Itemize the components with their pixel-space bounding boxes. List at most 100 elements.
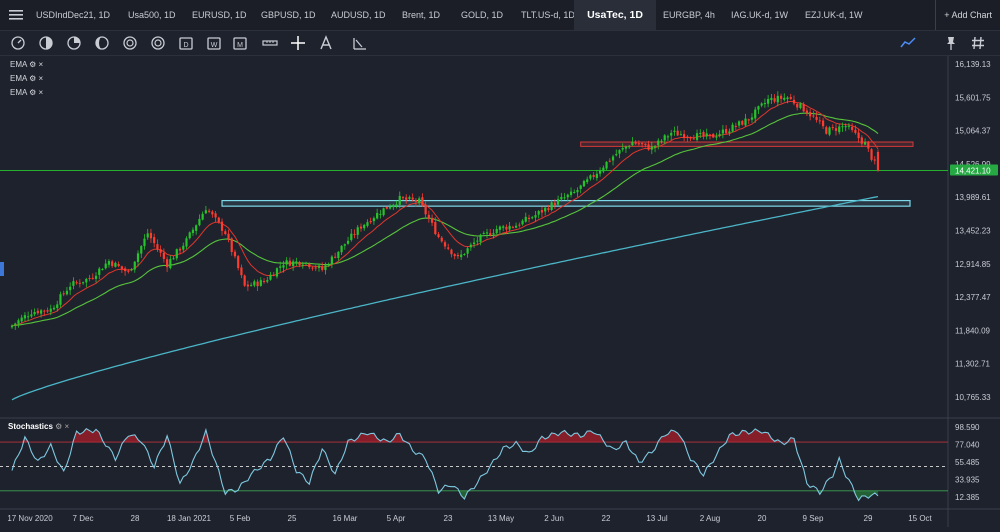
candle-body[interactable] (821, 120, 825, 127)
candle-body[interactable] (870, 149, 873, 160)
candle-body[interactable] (159, 249, 162, 253)
candle-body[interactable] (867, 141, 870, 149)
candle-body[interactable] (117, 263, 120, 267)
close-icon[interactable]: × (39, 88, 44, 97)
candle-body[interactable] (566, 194, 569, 198)
candle-body[interactable] (220, 221, 224, 231)
candle-body[interactable] (505, 226, 508, 230)
candle-body[interactable] (350, 233, 353, 241)
candle-body[interactable] (104, 263, 107, 269)
candle-body[interactable] (337, 251, 340, 259)
candle-body[interactable] (298, 262, 301, 266)
candle-body[interactable] (447, 247, 450, 249)
candle-body[interactable] (75, 282, 78, 284)
candle-body[interactable] (634, 141, 637, 144)
candle-body[interactable] (641, 143, 644, 145)
candle-body[interactable] (744, 118, 747, 126)
candle-body[interactable] (217, 217, 220, 223)
candle-body[interactable] (233, 251, 237, 257)
candle-body[interactable] (818, 120, 821, 122)
candle-body[interactable] (527, 217, 531, 220)
candle-body[interactable] (62, 293, 65, 295)
candle-body[interactable] (237, 256, 240, 269)
candle-body[interactable] (521, 220, 524, 225)
candle-body[interactable] (136, 253, 140, 262)
candle-body[interactable] (169, 259, 172, 269)
candle-body[interactable] (405, 197, 408, 200)
candle-body[interactable] (227, 233, 230, 239)
candle-body[interactable] (524, 216, 527, 222)
candle-body[interactable] (88, 277, 91, 279)
tab-usdinddec21-1d[interactable]: USDIndDec21, 1D (36, 0, 116, 30)
candle-body[interactable] (737, 121, 741, 126)
candle-body[interactable] (712, 134, 715, 138)
candle-body[interactable] (450, 249, 453, 255)
close-icon[interactable]: × (65, 422, 70, 431)
candle-body[interactable] (595, 173, 598, 179)
candle-body[interactable] (476, 240, 479, 242)
candle-body[interactable] (188, 232, 191, 239)
candle-body[interactable] (582, 180, 586, 187)
candle-body[interactable] (114, 262, 117, 267)
candle-body[interactable] (382, 208, 385, 216)
price-chart[interactable]: 16,139.1315,601.7515,064.3714,526.9913,9… (0, 56, 1000, 527)
candle-body[interactable] (544, 207, 547, 212)
candle-body[interactable] (873, 159, 876, 161)
candle-body[interactable] (85, 278, 88, 283)
candle-body[interactable] (508, 225, 511, 230)
candle-body[interactable] (246, 284, 249, 287)
candle-body[interactable] (334, 256, 337, 258)
candle-body[interactable] (854, 129, 857, 133)
add-chart-button[interactable]: + Add Chart (935, 0, 992, 30)
tab-ezj-uk-d-1w[interactable]: EZJ.UK-d, 1W (805, 0, 865, 30)
candle-body[interactable] (185, 238, 188, 247)
candle-body[interactable] (666, 136, 670, 138)
candle-body[interactable] (430, 218, 434, 223)
candle-body[interactable] (243, 275, 246, 286)
candle-body[interactable] (550, 202, 553, 210)
candle-body[interactable] (825, 127, 828, 134)
candle-body[interactable] (547, 208, 550, 211)
tab-gbpusd-1d[interactable]: GBPUSD, 1D (261, 0, 316, 30)
hash-icon[interactable] (970, 35, 986, 51)
candle-body[interactable] (637, 143, 640, 145)
candle-body[interactable] (608, 160, 611, 162)
candle-body[interactable] (789, 97, 792, 100)
candle-body[interactable] (802, 104, 805, 112)
candle-body[interactable] (628, 146, 631, 148)
candle-body[interactable] (599, 170, 602, 174)
candle-body[interactable] (301, 264, 304, 266)
candle-body[interactable] (14, 323, 17, 326)
candle-body[interactable] (602, 167, 605, 172)
candle-body[interactable] (618, 150, 621, 154)
candle-body[interactable] (569, 191, 573, 195)
candle-body[interactable] (101, 269, 104, 271)
candle-body[interactable] (456, 254, 460, 257)
candle-body[interactable] (266, 280, 269, 282)
target-icon[interactable] (122, 35, 138, 51)
candle-body[interactable] (353, 233, 356, 235)
candle-body[interactable] (23, 315, 27, 319)
resistance-box[interactable] (580, 141, 914, 147)
candle-body[interactable] (863, 142, 867, 145)
fib-tool-icon[interactable] (352, 35, 368, 51)
candle-body[interactable] (201, 213, 204, 220)
candle-body[interactable] (586, 179, 589, 183)
candle-body[interactable] (728, 131, 731, 133)
measure-icon[interactable] (262, 35, 278, 51)
candle-body[interactable] (146, 233, 149, 238)
candle-body[interactable] (615, 154, 618, 156)
candle-body[interactable] (69, 286, 72, 291)
candle-body[interactable] (573, 192, 576, 194)
candle-body[interactable] (408, 197, 411, 199)
candle-body[interactable] (660, 140, 663, 142)
candle-body[interactable] (272, 274, 275, 276)
candle-body[interactable] (828, 127, 831, 135)
ema-legend-3[interactable]: EMA ⚙ × (10, 88, 43, 97)
candle-body[interactable] (214, 213, 217, 218)
candle-body[interactable] (259, 280, 262, 286)
candle-body[interactable] (834, 128, 838, 131)
candle-body[interactable] (757, 106, 760, 110)
candle-body[interactable] (120, 266, 123, 270)
settings-icon[interactable]: ⚙ (29, 88, 36, 97)
